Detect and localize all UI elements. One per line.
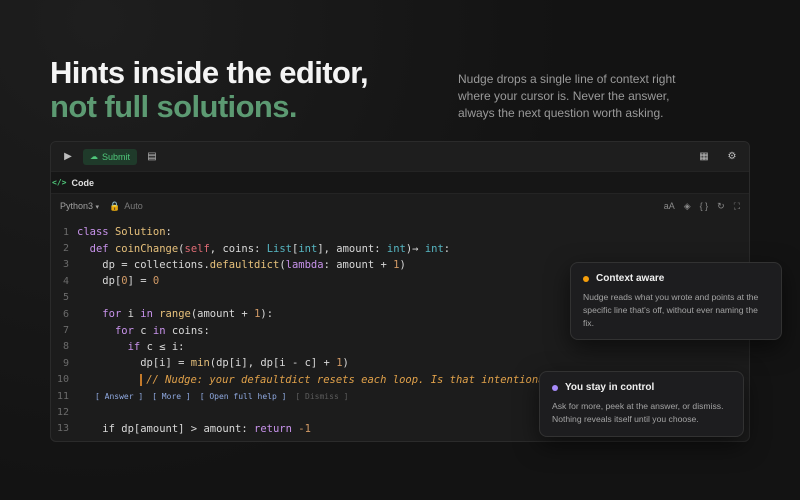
auto-mode[interactable]: 🔒 Auto [109,201,143,212]
language-select[interactable]: Python3 ▾ [60,201,99,211]
orange-dot-icon [583,275,589,282]
purple-dot-icon [552,384,558,391]
hero-headline: Hints inside the editor, not full soluti… [50,55,369,124]
layout-icon: ▦ [699,151,709,162]
open-full-help-button[interactable]: [ Open full help ] [200,392,287,401]
headline-line-1: Hints inside the editor, [50,55,369,90]
format-code-button[interactable]: { } [700,201,709,212]
language-bar: Python3 ▾ 🔒 Auto aA ◈ { } ↻ ⛶ [51,194,749,218]
run-button[interactable]: ▶ [59,151,77,162]
fullscreen-button[interactable]: ⛶ [734,201,740,212]
line-number: 4 [62,275,69,287]
card-body: Ask for more, peek at the answer, or dis… [552,401,724,424]
line-number: 7 [62,325,69,337]
line-number: 13 [56,423,69,435]
line-number: 6 [62,308,69,320]
chevron-down-icon: ▾ [95,204,100,211]
submit-button[interactable]: ☁ Submit [83,148,138,165]
hero-subtext: Nudge drops a single line of context rig… [458,72,676,120]
code-line: 2 def coinChange(self, coins: List[int],… [51,240,749,256]
nudge-actions: [ Answer ] [ More ] [ Open full help ] [… [95,392,348,401]
notes-icon: ▤ [147,151,157,162]
code-line: 1 class Solution: [51,224,749,240]
line-number: 5 [62,292,69,304]
lock-icon: 🔒 [109,200,121,211]
cloud-upload-icon: ☁ [90,152,98,161]
line-number: 3 [62,259,69,271]
reset-code-button[interactable]: ↻ [717,201,725,212]
line-number: 9 [62,357,69,369]
line-number: 1 [62,226,69,238]
code-icon: </> [52,178,67,187]
answer-button[interactable]: [ Answer ] [95,392,143,401]
context-aware-card: Context aware Nudge reads what you wrote… [570,262,782,341]
line-number: 11 [56,390,69,402]
auto-label: Auto [124,201,143,211]
bookmark-button[interactable]: ◈ [684,201,691,212]
submit-label: Submit [102,151,131,162]
code-line: 9 dp[i] = min(dp[i], dp[i - c] + 1) [51,355,749,371]
line-number: 12 [56,406,69,418]
you-stay-in-control-card: You stay in control Ask for more, peek a… [539,371,744,437]
font-size-button[interactable]: aA [664,201,675,212]
settings-button[interactable]: ⚙ [723,151,741,162]
card-title: Context aware [583,273,769,284]
editor-toolbar: ▶ ☁ Submit ▤ ▦ ⚙ [51,142,749,172]
tab-code-label: Code [71,177,94,188]
dismiss-button[interactable]: [ Dismiss ] [295,392,348,401]
line-number: 10 [56,374,69,386]
tab-code[interactable]: </> Code [51,178,100,188]
card-title: You stay in control [552,382,731,393]
notes-button[interactable]: ▤ [143,151,161,162]
code-line: 8 if c ≤ i: [51,339,749,355]
editor-tabbar: </> Code [51,172,749,194]
line-number: 8 [62,341,69,353]
layout-button[interactable]: ▦ [695,151,713,162]
more-button[interactable]: [ More ] [152,392,191,401]
gear-icon: ⚙ [727,151,737,162]
language-label: Python3 [60,201,94,211]
play-icon: ▶ [64,151,72,162]
line-number: 2 [62,243,69,255]
headline-line-2: not full solutions. [50,89,298,124]
card-body: Nudge reads what you wrote and points at… [583,292,759,328]
nudge-hint: // Nudge: your defaultdict resets each l… [140,373,558,386]
